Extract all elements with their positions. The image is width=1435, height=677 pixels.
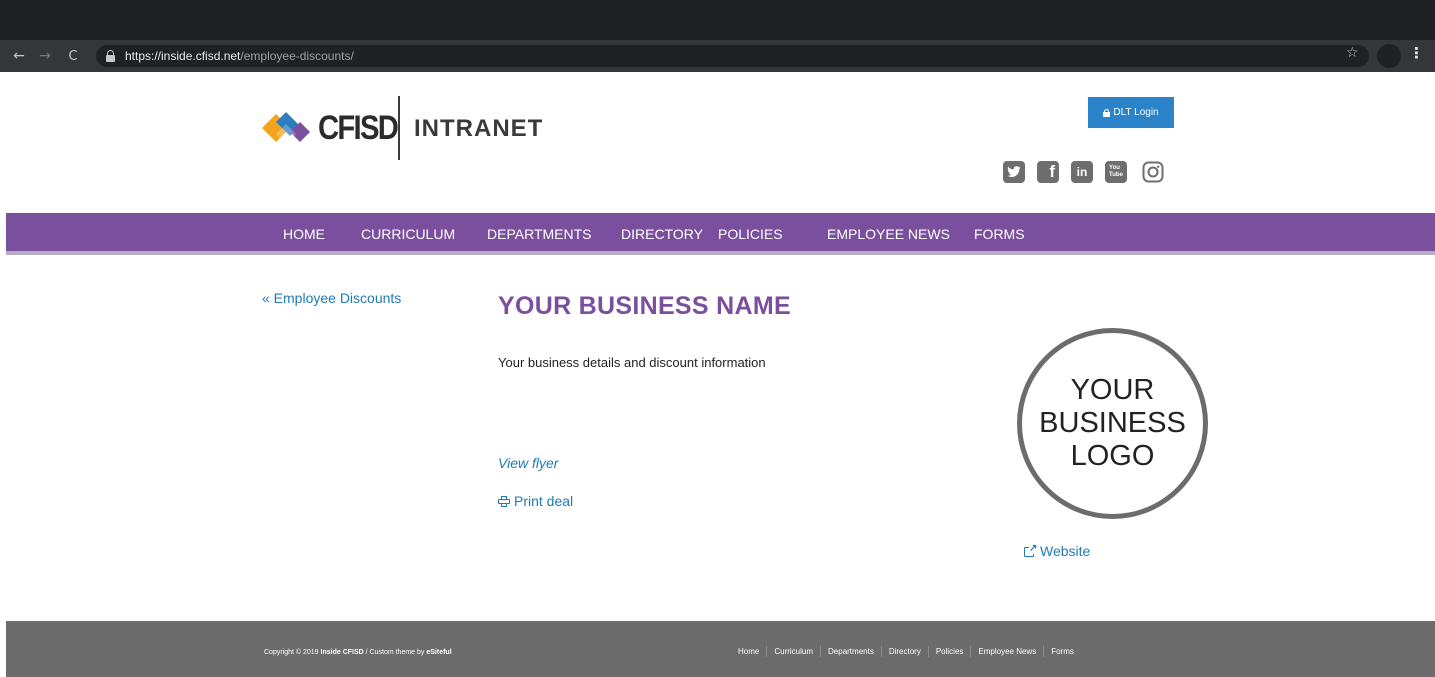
website-link[interactable]: ↗ Website bbox=[1024, 543, 1090, 559]
dlt-login-button[interactable]: DLT Login bbox=[1088, 97, 1174, 128]
employee-discounts-back-link[interactable]: « Employee Discounts bbox=[262, 290, 401, 306]
lock-icon bbox=[1103, 108, 1111, 117]
main-nav: HOME CURRICULUM DEPARTMENTS DIRECTORY PO… bbox=[6, 213, 1435, 255]
business-details: Your business details and discount infor… bbox=[498, 355, 766, 370]
logo-subtitle: INTRANET bbox=[414, 115, 544, 142]
nav-policies[interactable]: POLICIES bbox=[718, 226, 783, 242]
profile-avatar[interactable] bbox=[1377, 44, 1401, 68]
theme-author-link[interactable]: eSiteful bbox=[426, 649, 451, 656]
copyright-text: Copyright © 2019 Inside CFISD / Custom t… bbox=[264, 649, 452, 656]
external-link-icon: ↗ bbox=[1024, 544, 1038, 557]
url-host: https://inside.cfisd.net bbox=[125, 49, 241, 63]
bookmark-star-icon[interactable]: ☆ bbox=[1346, 45, 1359, 61]
print-icon bbox=[498, 495, 510, 507]
browser-menu-icon[interactable]: ⋮ bbox=[1409, 44, 1424, 62]
footer-link-home[interactable]: Home bbox=[731, 646, 766, 657]
footer-nav: Home Curriculum Departments Directory Po… bbox=[731, 646, 1081, 657]
logo-line-3: LOGO bbox=[1070, 440, 1155, 472]
print-deal-label: Print deal bbox=[514, 493, 574, 509]
footer-link-policies[interactable]: Policies bbox=[927, 646, 971, 657]
page-title: YOUR BUSINESS NAME bbox=[498, 292, 791, 320]
nav-directory[interactable]: DIRECTORY bbox=[621, 226, 703, 242]
forward-arrow-icon[interactable]: → bbox=[34, 48, 56, 64]
browser-tab-strip bbox=[0, 0, 1435, 40]
instagram-icon[interactable] bbox=[1142, 161, 1164, 183]
back-arrow-icon[interactable]: ← bbox=[8, 48, 30, 64]
nav-forms[interactable]: FORMS bbox=[974, 226, 1025, 242]
youtube-icon[interactable]: You Tube bbox=[1105, 161, 1127, 183]
site-logo[interactable]: CFISD INTRANET bbox=[262, 96, 542, 160]
view-flyer-link[interactable]: View flyer bbox=[498, 455, 558, 471]
footer-link-directory[interactable]: Directory bbox=[880, 646, 928, 657]
url-path: /employee-discounts/ bbox=[240, 49, 354, 63]
logo-text: CFISD bbox=[318, 108, 399, 147]
logo-divider bbox=[398, 96, 400, 160]
linkedin-icon[interactable]: in bbox=[1071, 161, 1093, 183]
footer-link-curriculum[interactable]: Curriculum bbox=[766, 646, 820, 657]
twitter-icon[interactable] bbox=[1003, 161, 1025, 183]
footer-link-departments[interactable]: Departments bbox=[820, 646, 881, 657]
business-logo-placeholder: YOUR BUSINESS LOGO bbox=[1017, 328, 1208, 519]
nav-curriculum[interactable]: CURRICULUM bbox=[361, 226, 455, 242]
print-deal-link[interactable]: Print deal bbox=[498, 493, 573, 509]
logo-line-2: BUSINESS bbox=[1039, 407, 1186, 439]
footer-link-forms[interactable]: Forms bbox=[1043, 646, 1081, 657]
nav-employee-news[interactable]: EMPLOYEE NEWS bbox=[827, 226, 950, 242]
copyright-site-name[interactable]: Inside CFISD bbox=[321, 649, 364, 656]
url-text[interactable]: https://inside.cfisd.net/employee-discou… bbox=[125, 49, 354, 63]
nav-home[interactable]: HOME bbox=[283, 226, 325, 242]
copyright-theme-text: / Custom theme by bbox=[363, 649, 427, 656]
footer-link-employee-news[interactable]: Employee News bbox=[970, 646, 1043, 657]
logo-line-1: YOUR bbox=[1070, 374, 1155, 406]
lock-icon bbox=[106, 50, 115, 62]
website-label: Website bbox=[1040, 543, 1091, 559]
nav-departments[interactable]: DEPARTMENTS bbox=[487, 226, 592, 242]
reload-icon[interactable]: C bbox=[62, 49, 84, 64]
facebook-icon[interactable]: f bbox=[1037, 161, 1059, 183]
site-footer: Copyright © 2019 Inside CFISD / Custom t… bbox=[6, 621, 1435, 677]
address-bar[interactable]: https://inside.cfisd.net/employee-discou… bbox=[96, 45, 1369, 67]
copyright-prefix: Copyright © 2019 bbox=[264, 649, 321, 656]
dlt-login-label: DLT Login bbox=[1113, 107, 1159, 118]
cfisd-diamond-icon bbox=[262, 112, 310, 144]
